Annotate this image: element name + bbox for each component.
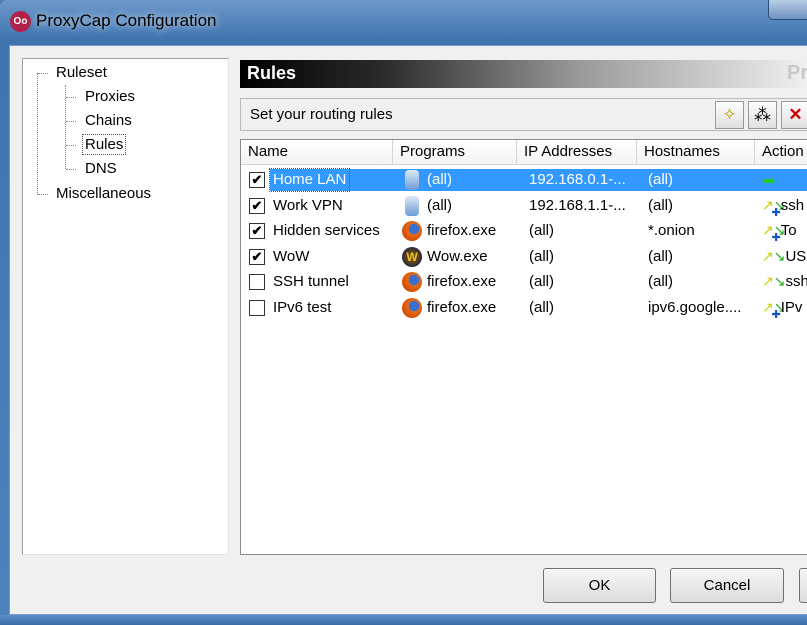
column-header-hostnames[interactable]: Hostnames — [637, 140, 755, 165]
rule-action: ↗↘ssh — [762, 273, 807, 290]
window-title: ProxyCap Configuration — [36, 11, 217, 30]
rule-action-label: ssh — [780, 196, 805, 214]
rule-ip-addresses: (all) — [529, 273, 554, 291]
tree-item-miscellaneous[interactable]: Miscellaneous — [56, 185, 151, 202]
rule-enabled-checkbox[interactable] — [249, 274, 265, 291]
panel-title: Rules — [247, 63, 297, 83]
rule-hostnames: (all) — [648, 196, 673, 214]
rule-ip-addresses: 192.168.0.1-... — [529, 171, 626, 188]
redirect-chain-icon: ↗↘✚ — [762, 222, 786, 245]
rule-enabled-checkbox[interactable]: ✔ — [249, 223, 265, 240]
apply-button[interactable] — [799, 568, 807, 603]
rule-action: ↗↘✚To — [762, 222, 797, 244]
redirect-chain-icon: ↗↘✚ — [762, 299, 786, 321]
table-row[interactable]: ✔ WoW W Wow.exe (all) (all) ↗↘US — [241, 245, 807, 270]
rule-program: Wow.exe — [427, 247, 488, 265]
rule-program: (all) — [427, 171, 452, 188]
wizard-icon: ⁂ — [754, 105, 771, 124]
rule-hostnames: (all) — [648, 247, 673, 265]
rule-hostnames: *.onion — [648, 222, 695, 240]
rule-name: SSH tunnel — [273, 273, 349, 291]
rules-table: Name Programs IP Addresses Hostnames Act… — [240, 139, 807, 555]
new-rule-icon: ✧ — [722, 105, 737, 124]
column-header-name[interactable]: Name — [241, 140, 393, 165]
delete-rule-button[interactable]: ✕ — [781, 101, 807, 129]
tree-item-proxies[interactable]: Proxies — [85, 88, 135, 105]
panel-subtitle: Set your routing rules — [250, 106, 393, 123]
table-row[interactable]: ✔ Home LAN (all) 192.168.0.1-... (all) ➡ — [241, 168, 807, 193]
tree-item-dns[interactable]: DNS — [85, 160, 117, 177]
tree-item-rules[interactable]: Rules — [81, 134, 127, 155]
redirect-chain-icon: ↗↘✚ — [762, 196, 786, 219]
proxycap-app-icon: Oo — [10, 11, 31, 32]
table-row[interactable]: IPv6 test firefox.exe (all) ipv6.google.… — [241, 296, 807, 321]
rule-action: ↗↘✚IPv — [762, 299, 802, 321]
rule-program: firefox.exe — [427, 222, 497, 240]
rule-program: firefox.exe — [427, 299, 497, 316]
window-bottom-border — [0, 615, 807, 625]
tree-item-ruleset[interactable]: Ruleset — [56, 64, 107, 81]
direct-arrow-icon: ➡ — [762, 173, 776, 190]
firefox-icon — [402, 272, 422, 293]
rule-wizard-button[interactable]: ⁂ — [748, 101, 777, 129]
new-rule-button[interactable]: ✧ — [715, 101, 744, 129]
firefox-icon — [402, 221, 422, 242]
redirect-icon: ↗↘ — [762, 247, 786, 264]
panel-header: Rules Pr — [240, 60, 807, 88]
rule-enabled-checkbox[interactable]: ✔ — [249, 197, 265, 214]
rule-action: ↗↘US — [762, 248, 806, 265]
rule-action-label: To — [780, 222, 797, 240]
rule-hostnames: ipv6.google.... — [648, 299, 742, 316]
rule-hostnames: (all) — [648, 273, 673, 291]
computer-icon — [405, 170, 419, 190]
rule-ip-addresses: (all) — [529, 299, 554, 316]
rule-action-label: ssh — [785, 273, 807, 291]
rule-ip-addresses: 192.168.1.1-... — [529, 196, 626, 214]
column-header-ip-addresses[interactable]: IP Addresses — [517, 140, 637, 165]
redirect-icon: ↗↘ — [762, 273, 786, 290]
tree-item-chains[interactable]: Chains — [85, 112, 132, 129]
rule-name: Work VPN — [273, 196, 343, 214]
rule-enabled-checkbox[interactable]: ✔ — [249, 172, 265, 188]
wow-icon: W — [402, 246, 422, 267]
rule-hostnames: (all) — [648, 171, 673, 188]
brand-logo: Pr — [787, 62, 807, 84]
firefox-icon — [402, 298, 422, 318]
rule-enabled-checkbox[interactable] — [249, 300, 265, 316]
rule-name: Home LAN — [268, 168, 351, 192]
column-header-programs[interactable]: Programs — [393, 140, 517, 165]
rule-name: IPv6 test — [273, 299, 332, 316]
delete-icon: ✕ — [788, 105, 803, 124]
cancel-button[interactable]: Cancel — [670, 568, 784, 603]
minimize-button[interactable] — [768, 0, 807, 20]
rule-action: ➡ — [762, 171, 775, 191]
table-row[interactable]: ✔ Hidden services firefox.exe (all) *.on… — [241, 219, 807, 244]
ok-button[interactable]: OK — [543, 568, 656, 603]
rule-program: (all) — [427, 196, 452, 214]
computer-icon — [405, 195, 419, 216]
rule-name: Hidden services — [273, 222, 380, 240]
column-header-action[interactable]: Action — [755, 140, 807, 165]
table-row[interactable]: ✔ Work VPN (all) 192.168.1.1-... (all) ↗… — [241, 194, 807, 219]
rule-action: ↗↘✚ssh — [762, 197, 804, 219]
rules-toolbar: Set your routing rules ✧ ⁂ ✕ — [240, 98, 807, 131]
rule-enabled-checkbox[interactable]: ✔ — [249, 248, 265, 265]
navigation-tree: Ruleset Proxies Chains Rules DNS Miscell… — [22, 58, 229, 555]
table-row[interactable]: SSH tunnel firefox.exe (all) (all) ↗↘ssh — [241, 270, 807, 295]
rule-action-label: US — [785, 247, 807, 265]
rule-ip-addresses: (all) — [529, 222, 554, 240]
rule-action-label: IPv — [780, 299, 803, 316]
rule-ip-addresses: (all) — [529, 247, 554, 265]
rule-program: firefox.exe — [427, 273, 497, 291]
rule-name: WoW — [273, 247, 310, 265]
